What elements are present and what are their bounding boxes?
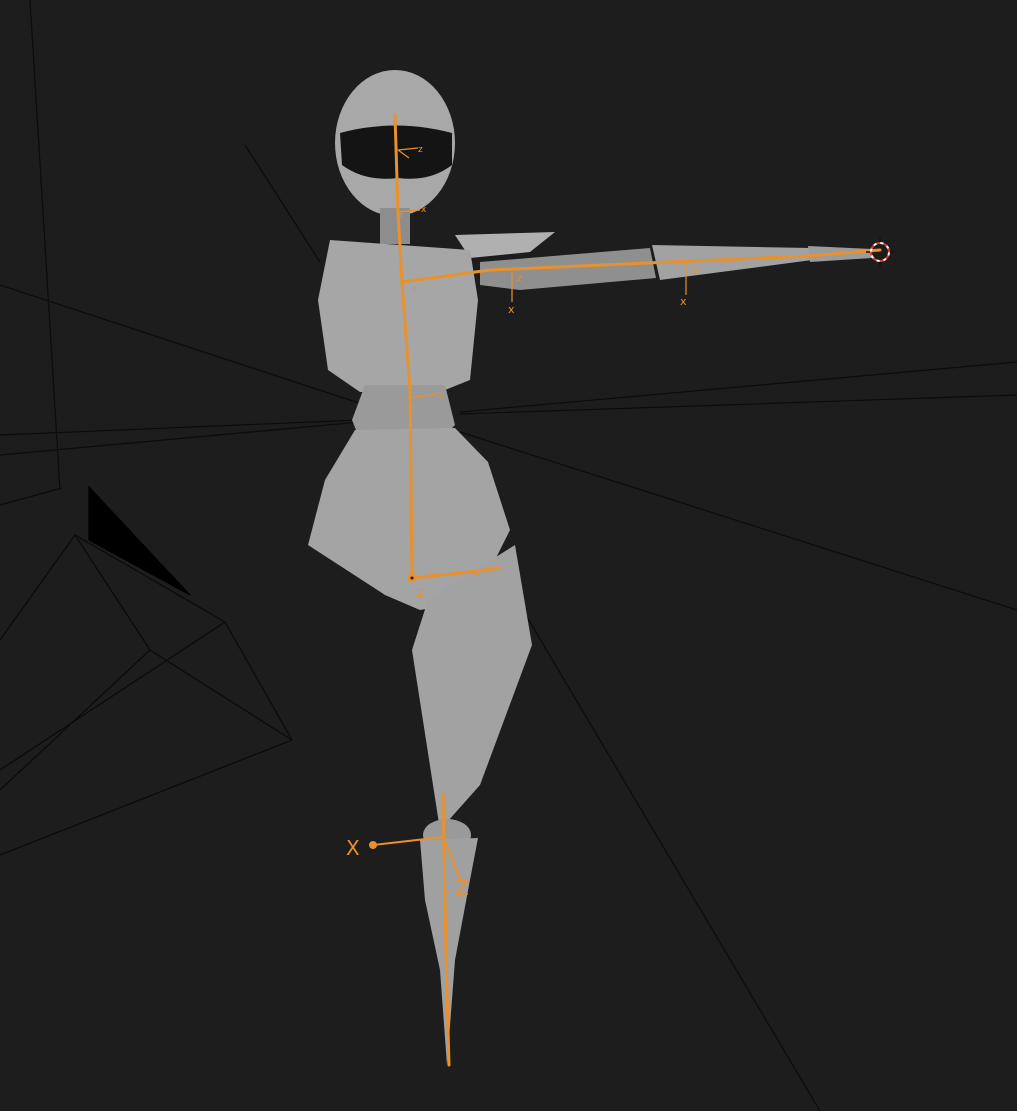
3d-cursor-icon[interactable] (866, 238, 894, 266)
axis-label-head-z: z (418, 145, 423, 155)
3d-viewport[interactable]: z x z z z x z x z x Z y X Z (0, 0, 1017, 1111)
character-mesh[interactable] (308, 70, 872, 1065)
chest-mesh (318, 240, 478, 392)
axis-label-forearm-x: x (680, 295, 687, 308)
axis-label-hips-z: Z (416, 587, 424, 600)
axis-label-upper-arm-z: z (517, 274, 522, 284)
axis-label-spine-x: x (438, 390, 444, 400)
bone-joint (407, 573, 417, 583)
viewport-canvas[interactable]: z x z z z x z x z x Z y X Z (0, 0, 1017, 1111)
axis-label-neck-x: x (421, 205, 427, 215)
gizmo-z-label: Z (455, 876, 469, 900)
axis-label-spine-z: z (410, 403, 415, 413)
neck-mesh (380, 208, 410, 244)
axis-label-shoulder-z: z (412, 285, 417, 295)
camera-object[interactable] (0, 485, 293, 856)
axis-label-neck-z: z (398, 211, 403, 221)
gizmo-x-label: X (346, 836, 360, 860)
axis-label-forearm-z: z (694, 266, 699, 276)
axis-label-hips-y: y (428, 570, 434, 580)
bone-joint (369, 841, 377, 849)
axis-label-upper-arm-x: x (508, 303, 515, 316)
